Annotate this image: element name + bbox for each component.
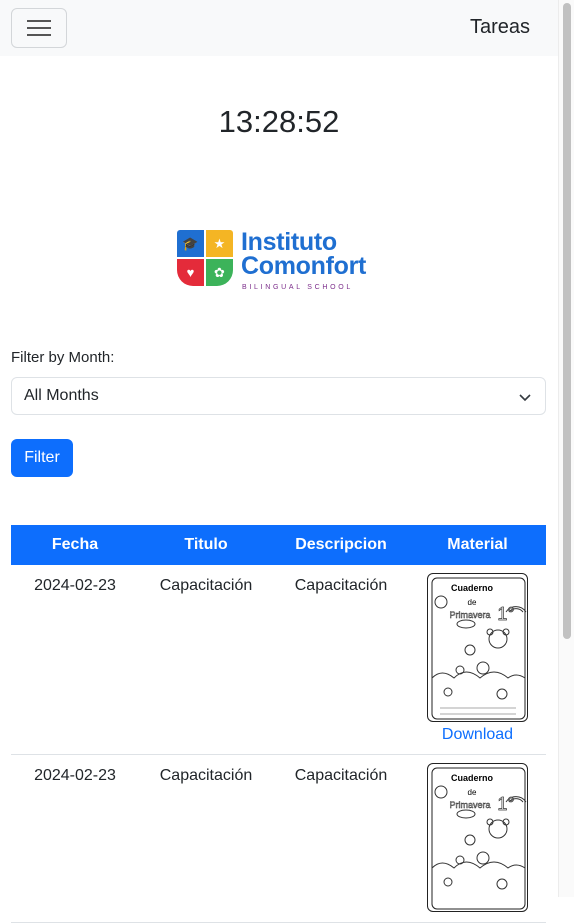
cover-title-3: Primavera: [449, 610, 490, 620]
chevron-down-icon: [519, 394, 531, 402]
hamburger-icon: [27, 20, 51, 22]
cover-title-1: Cuaderno: [451, 773, 494, 783]
column-header-titulo: Titulo: [139, 525, 273, 565]
hamburger-icon-bar: [27, 34, 51, 36]
logo-line-1: Instituto: [241, 228, 337, 256]
material-thumbnail[interactable]: Cuaderno de Primavera 1°: [427, 763, 528, 912]
menu-toggle-button[interactable]: [11, 8, 67, 48]
graduation-cap-icon: 🎓: [177, 230, 204, 257]
cover-grade: 1°: [497, 604, 514, 624]
logo-tagline: BILINGUAL SCHOOL: [242, 284, 354, 291]
sprout-icon: ✿: [206, 259, 233, 286]
logo-line-2: Comonfort: [241, 252, 367, 280]
cell-titulo: Capacitación: [139, 754, 273, 923]
filter-button[interactable]: Filter: [11, 439, 73, 477]
coloring-book-cover-image: Cuaderno de Primavera 1°: [431, 767, 527, 910]
tasks-table: Fecha Titulo Descripcion Material 2024-0…: [11, 525, 546, 923]
scrollbar[interactable]: [558, 0, 574, 897]
column-header-descripcion: Descripcion: [273, 525, 409, 565]
cell-fecha: 2024-02-23: [11, 565, 139, 755]
month-select[interactable]: All Months: [11, 377, 546, 415]
cover-title-1: Cuaderno: [451, 583, 494, 593]
table-header-row: Fecha Titulo Descripcion Material: [11, 525, 546, 565]
table-row: 2024-02-23 Capacitación Capacitación Cua…: [11, 754, 546, 923]
cell-material: Cuaderno de Primavera 1°: [409, 754, 546, 923]
filter-month-label: Filter by Month:: [11, 349, 115, 366]
school-logo: 🎓 ★ ♥ ✿ Instituto Comonfort BILINGUAL SC…: [176, 229, 381, 293]
cover-grade: 1°: [497, 794, 514, 814]
star-icon: ★: [206, 230, 233, 257]
material-thumbnail[interactable]: Cuaderno de Primavera 1°: [427, 573, 528, 722]
cover-title-2: de: [468, 788, 477, 797]
logo-wordmark: Instituto Comonfort: [241, 228, 367, 280]
navbar-brand[interactable]: Tareas: [470, 16, 530, 39]
cell-titulo: Capacitación: [139, 565, 273, 755]
download-link[interactable]: Download: [409, 726, 546, 744]
cell-descripcion: Capacitación: [273, 754, 409, 923]
column-header-material: Material: [409, 525, 546, 565]
clock: 13:28:52: [218, 104, 340, 139]
cell-material: Cuaderno de Primavera 1° Download: [409, 565, 546, 755]
hamburger-icon-bar: [27, 27, 51, 29]
cover-title-2: de: [468, 598, 477, 607]
navbar: Tareas: [0, 0, 558, 56]
column-header-fecha: Fecha: [11, 525, 139, 565]
month-select-value: All Months: [24, 387, 99, 404]
coloring-book-cover-image: Cuaderno de Primavera 1°: [431, 577, 527, 720]
cell-descripcion: Capacitación: [273, 565, 409, 755]
table-row: 2024-02-23 Capacitación Capacitación Cua…: [11, 565, 546, 755]
heart-icon: ♥: [177, 259, 204, 286]
cell-fecha: 2024-02-23: [11, 754, 139, 923]
cover-title-3: Primavera: [449, 800, 490, 810]
scrollbar-thumb[interactable]: [563, 3, 571, 639]
